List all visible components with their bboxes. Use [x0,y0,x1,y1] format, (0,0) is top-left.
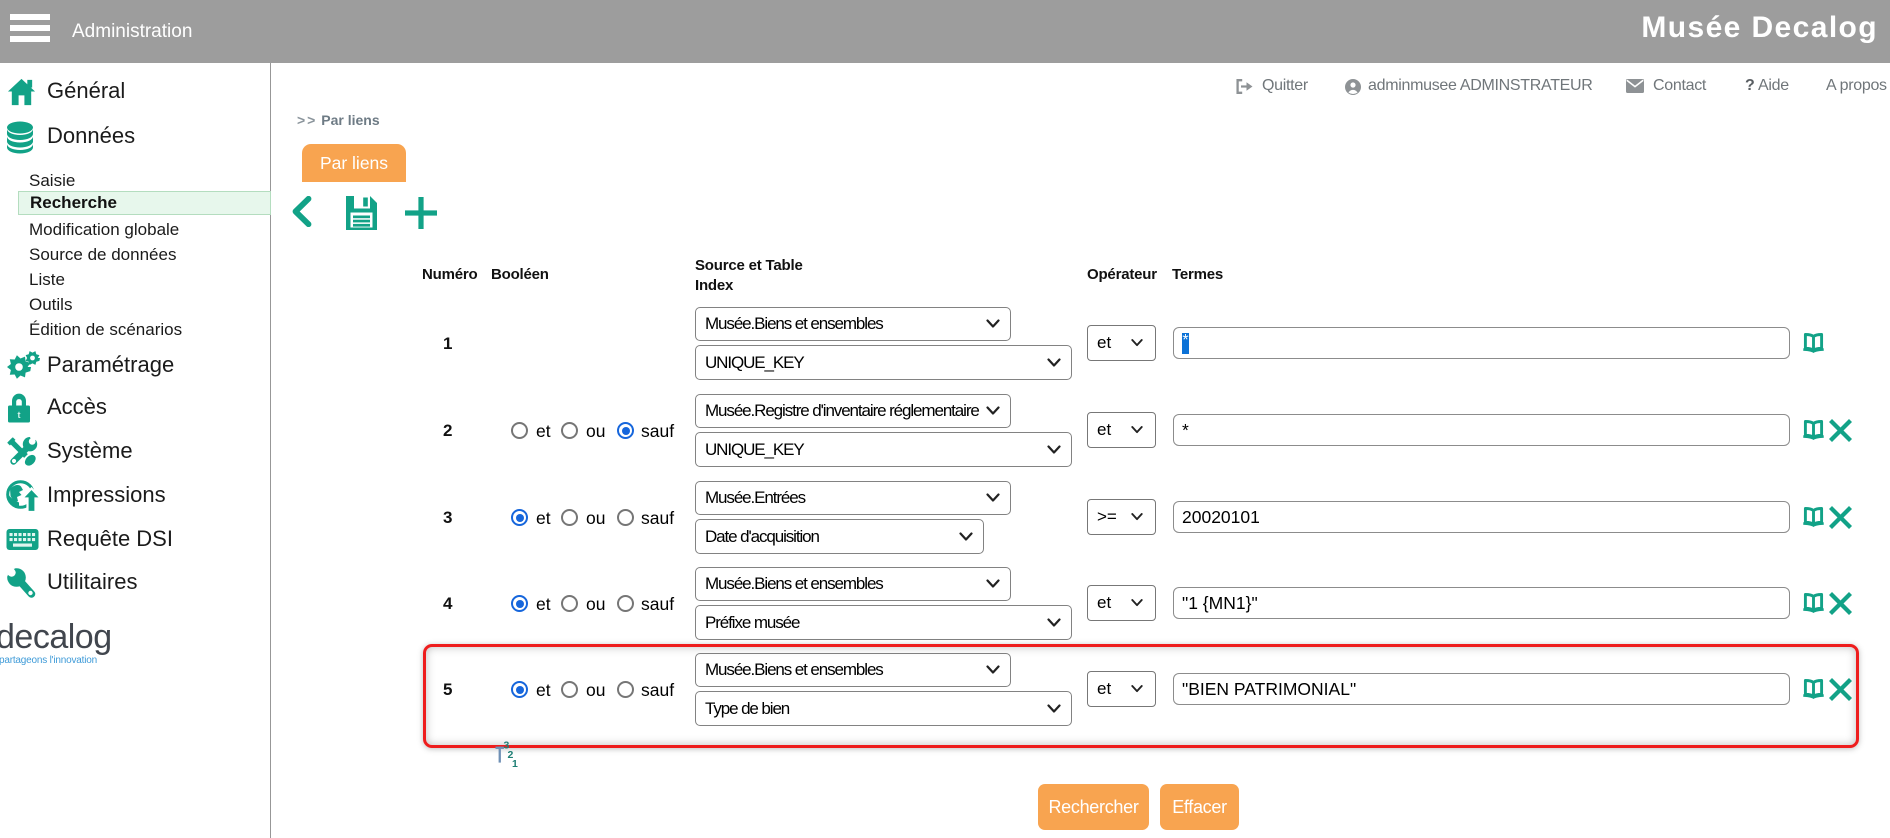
svg-text:t: t [18,410,21,420]
svg-text:1: 1 [512,758,518,768]
